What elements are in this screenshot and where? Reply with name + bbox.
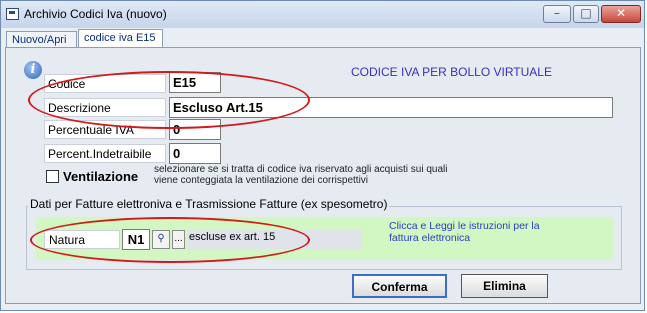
descrizione-field[interactable]: Escluso Art.15: [169, 97, 613, 118]
ventilazione-description: selezionare se si tratta di codice iva r…: [154, 164, 448, 186]
info-icon: i: [24, 61, 42, 79]
codice-label: Codice: [44, 74, 166, 93]
natura-code-field[interactable]: N1: [122, 229, 150, 250]
natura-label: Natura: [44, 230, 120, 249]
group-title: Dati per Fatture elettroniva e Trasmissi…: [28, 197, 390, 211]
window: Archivio Codici Iva (nuovo) – □ ✕ Nuovo/…: [0, 0, 645, 311]
tab-codice-iva[interactable]: codice iva E15: [78, 29, 163, 48]
ventilazione-label: Ventilazione: [63, 169, 139, 184]
title-bar: Archivio Codici Iva (nuovo) – □ ✕: [1, 1, 644, 28]
natura-description: escluse ex art. 15: [187, 230, 362, 249]
elimina-button[interactable]: Elimina: [461, 274, 548, 298]
descrizione-label: Descrizione: [44, 98, 166, 117]
form-panel: i CODICE IVA PER BOLLO VIRTUALE Codice E…: [5, 47, 641, 304]
binoculars-icon[interactable]: ⚲: [152, 230, 170, 249]
window-title: Archivio Codici Iva (nuovo): [24, 7, 167, 21]
close-button[interactable]: ✕: [601, 5, 641, 23]
conferma-button[interactable]: Conferma: [352, 274, 447, 298]
ventilazione-checkbox[interactable]: [46, 170, 59, 183]
maximize-button[interactable]: □: [573, 5, 599, 23]
percentuale-iva-label: Percentuale IVA: [44, 120, 166, 139]
percentuale-iva-field[interactable]: 0: [169, 119, 221, 140]
page-title: CODICE IVA PER BOLLO VIRTUALE: [351, 65, 552, 79]
codice-field[interactable]: E15: [169, 72, 221, 93]
ellipsis-button[interactable]: ...: [172, 230, 185, 249]
minimize-button[interactable]: –: [543, 5, 571, 23]
percent-indetraibile-field[interactable]: 0: [169, 143, 221, 164]
tab-nuovo-apri[interactable]: Nuovo/Apri: [6, 31, 77, 48]
percent-indetraibile-label: Percent.Indetraibile: [44, 144, 166, 163]
istruzioni-link[interactable]: Clicca e Leggi le istruzioni per la fatt…: [389, 220, 559, 244]
app-icon: [6, 8, 19, 20]
